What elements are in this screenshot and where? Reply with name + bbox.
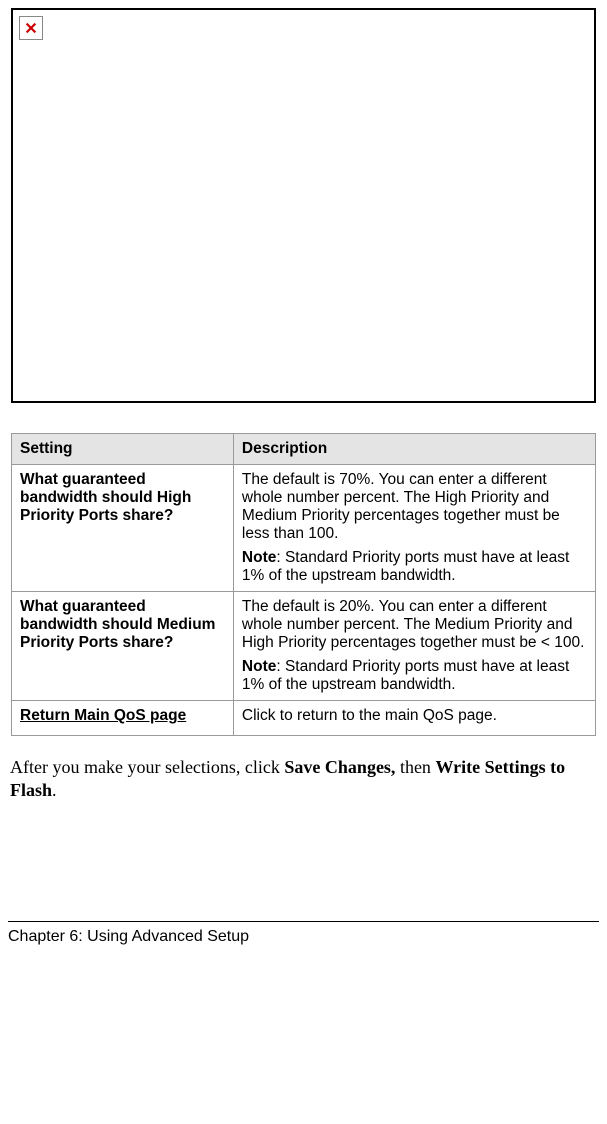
note-text: : Standard Priority ports must have at l… (242, 658, 569, 693)
description-text: Click to return to the main QoS page. (242, 707, 587, 725)
note-text: : Standard Priority ports must have at l… (242, 549, 569, 584)
instruction-paragraph: After you make your selections, click Sa… (10, 756, 591, 801)
description-cell: The default is 70%. You can enter a diff… (233, 465, 595, 592)
text-fragment: After you make your selections, click (10, 757, 284, 777)
text-fragment: then (395, 757, 435, 777)
table-row: Return Main QoS page Click to return to … (12, 701, 596, 736)
description-text: The default is 20%. You can enter a diff… (242, 598, 587, 652)
note-label: Note (242, 658, 276, 675)
description-cell: The default is 20%. You can enter a diff… (233, 592, 595, 701)
save-changes-label: Save Changes, (284, 757, 395, 777)
screenshot-placeholder (11, 8, 596, 403)
note-line: Note: Standard Priority ports must have … (242, 549, 587, 585)
header-setting: Setting (12, 434, 234, 465)
setting-cell: What guaranteed bandwidth should High Pr… (12, 465, 234, 592)
description-text: The default is 70%. You can enter a diff… (242, 471, 587, 543)
note-label: Note (242, 549, 276, 566)
broken-image-icon (19, 16, 43, 40)
text-fragment: . (52, 780, 57, 800)
setting-cell: Return Main QoS page (12, 701, 234, 736)
setting-cell: What guaranteed bandwidth should Medium … (12, 592, 234, 701)
settings-table: Setting Description What guaranteed band… (11, 433, 596, 736)
description-cell: Click to return to the main QoS page. (233, 701, 595, 736)
table-row: What guaranteed bandwidth should Medium … (12, 592, 596, 701)
note-line: Note: Standard Priority ports must have … (242, 658, 587, 694)
chapter-title: Chapter 6: Using Advanced Setup (8, 928, 249, 945)
page-footer: Chapter 6: Using Advanced Setup (8, 921, 599, 946)
table-row: What guaranteed bandwidth should High Pr… (12, 465, 596, 592)
table-header-row: Setting Description (12, 434, 596, 465)
return-main-qos-link[interactable]: Return Main QoS page (20, 707, 186, 724)
header-description: Description (233, 434, 595, 465)
